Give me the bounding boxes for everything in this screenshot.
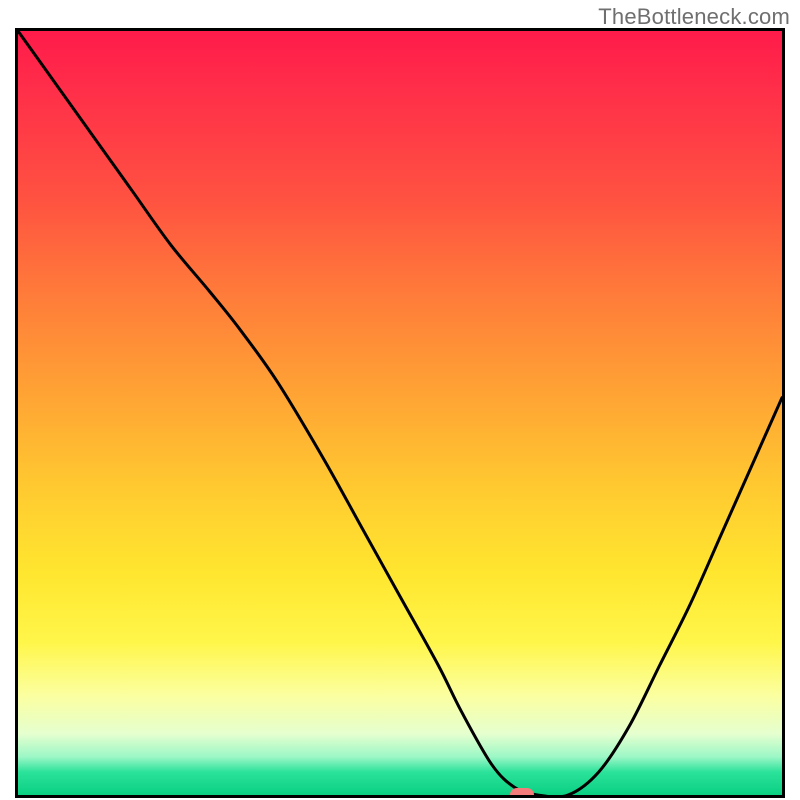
- plot-area: [15, 28, 785, 798]
- chart-frame: TheBottleneck.com: [0, 0, 800, 800]
- bottleneck-curve: [18, 31, 782, 795]
- optimal-point-marker: [510, 788, 534, 798]
- watermark-text: TheBottleneck.com: [598, 4, 790, 30]
